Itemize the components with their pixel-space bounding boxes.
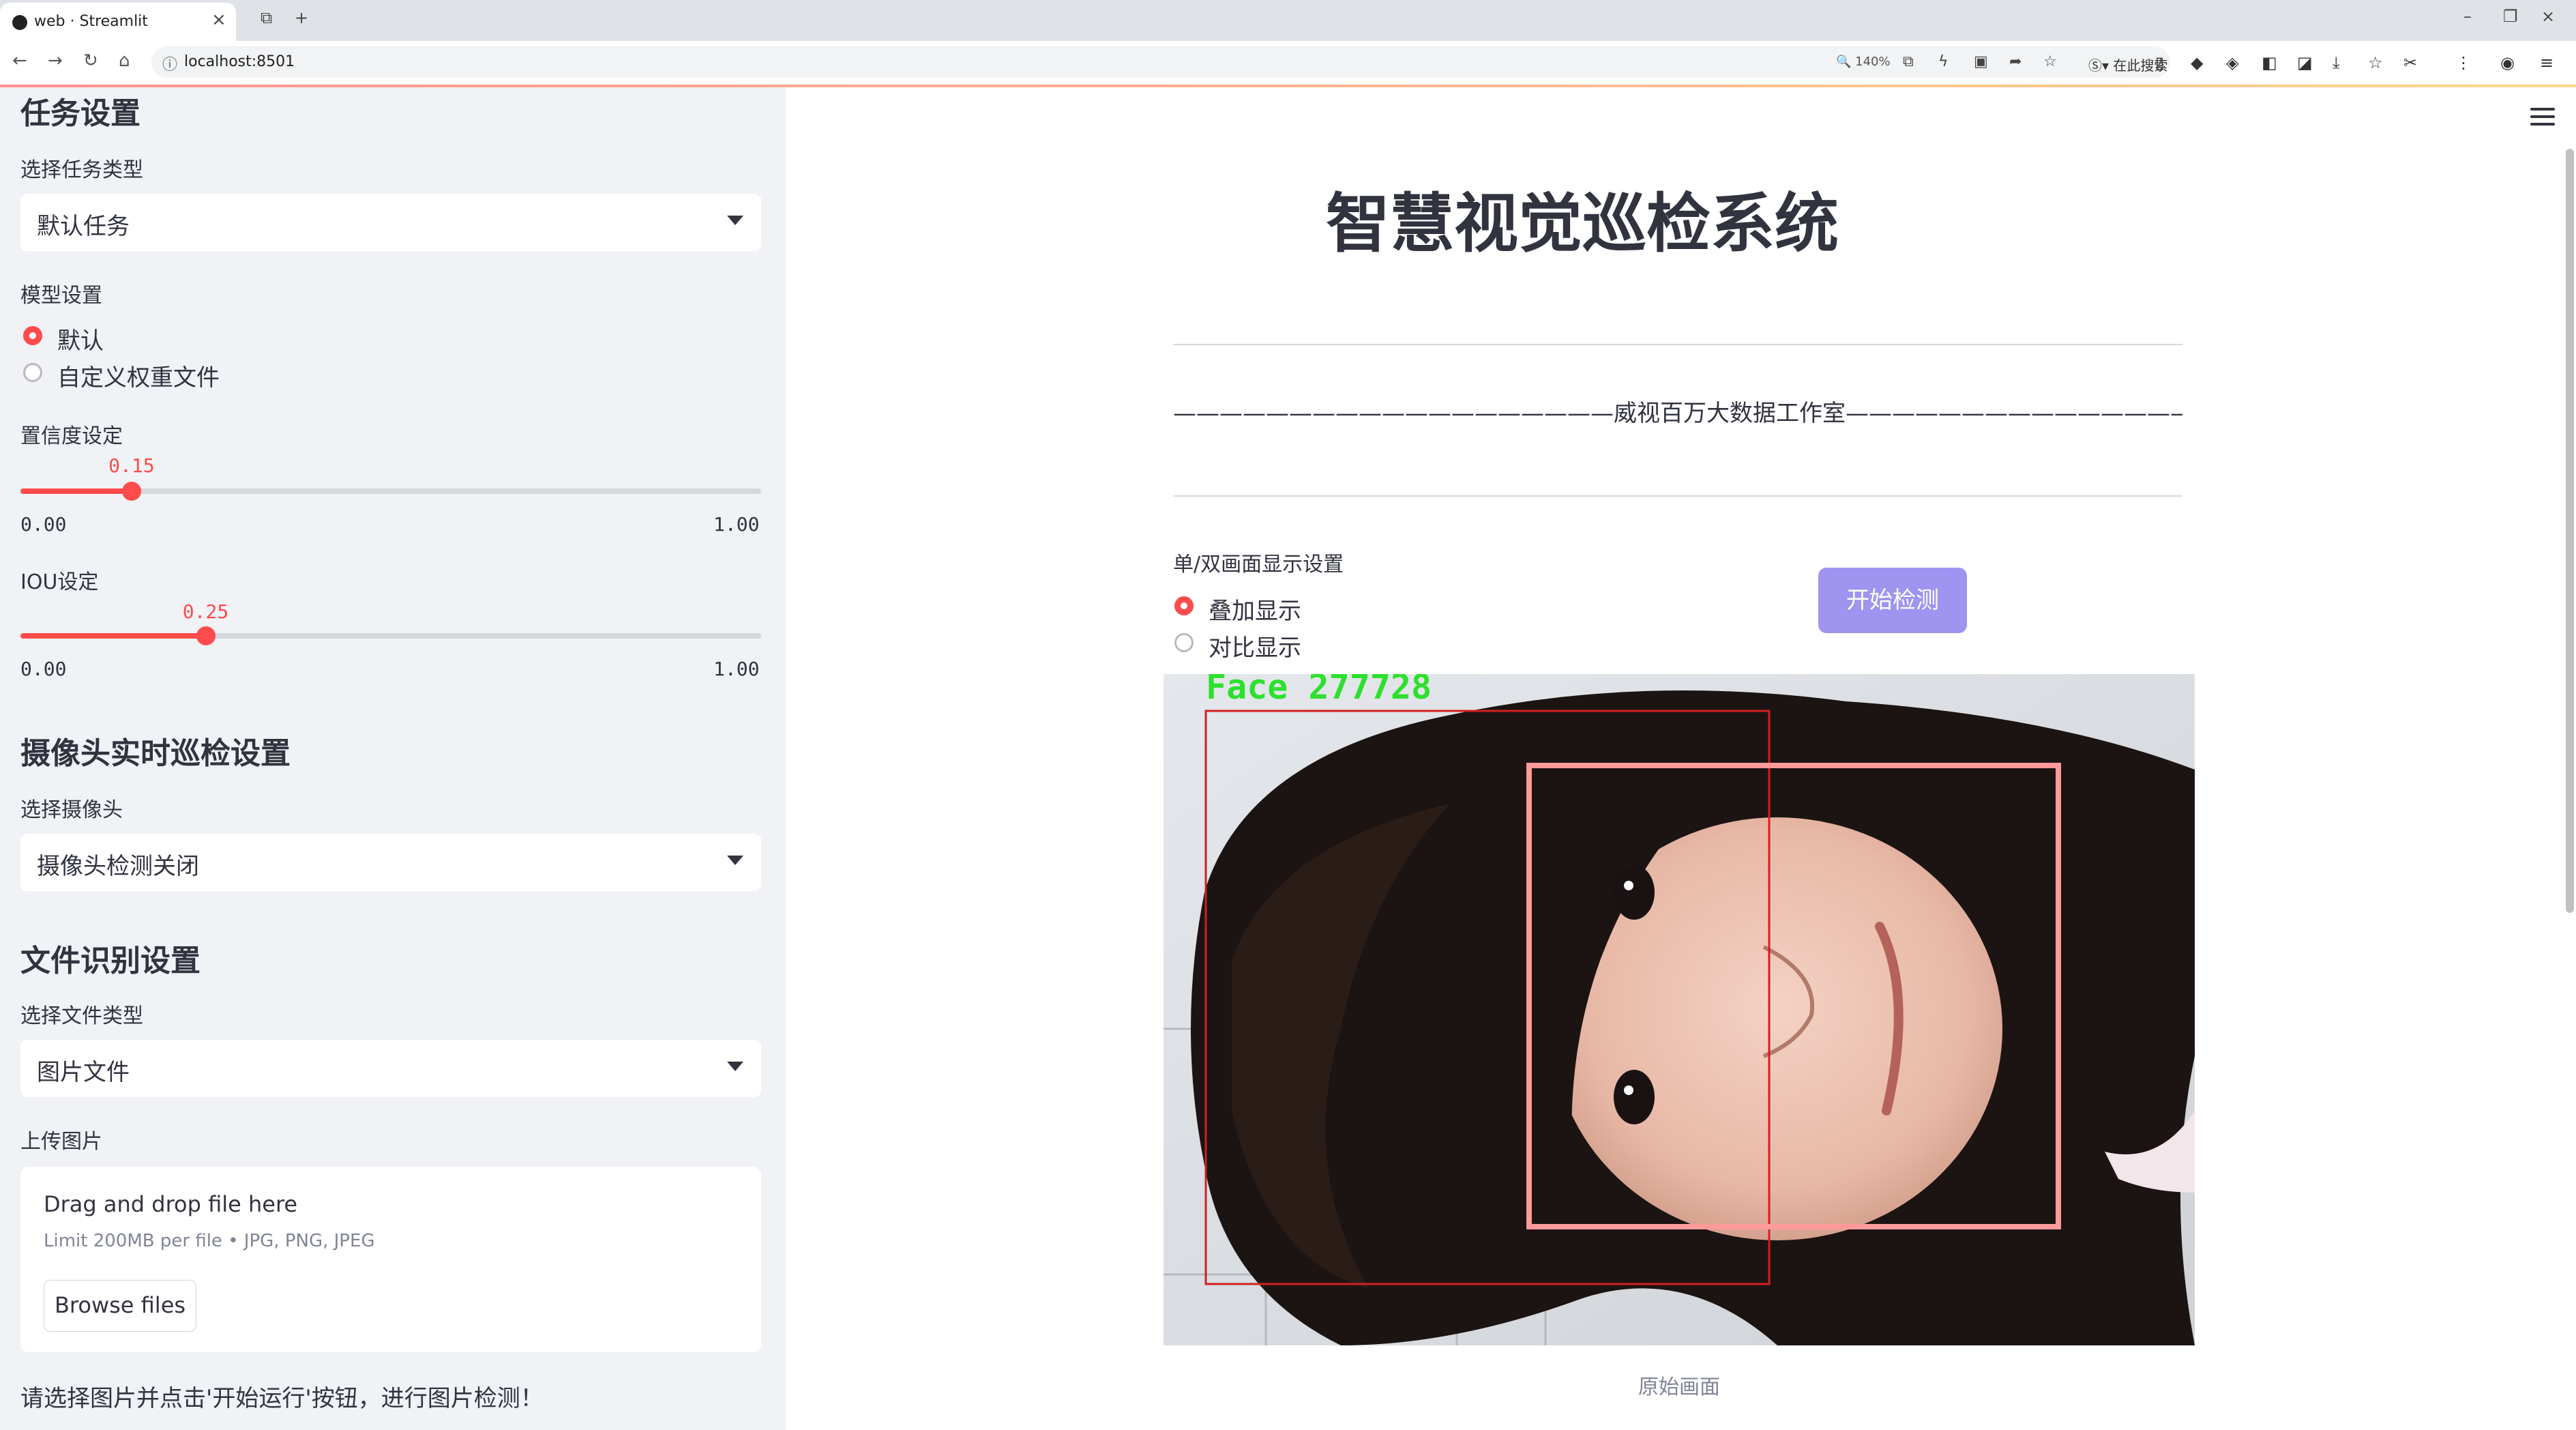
forward-icon[interactable]: → xyxy=(48,50,63,71)
model-option-label: 默认 xyxy=(57,327,104,355)
extension-1-icon[interactable]: ◆ xyxy=(2191,53,2203,72)
zoom-indicator[interactable]: 🔍 140% xyxy=(1836,55,1891,69)
confidence-slider-thumb[interactable] xyxy=(121,482,141,501)
tab-search-icon[interactable]: ⧉ xyxy=(261,8,272,27)
chevron-down-icon xyxy=(727,216,743,225)
iou-label: IOU设定 xyxy=(20,570,99,594)
page-info-icon[interactable]: ⓘ xyxy=(162,53,177,74)
download-icon[interactable]: ⤓ xyxy=(2333,53,2340,72)
extension-2-icon[interactable]: ◈ xyxy=(2226,53,2238,72)
menu-dots-icon[interactable]: ⋮ xyxy=(2455,53,2472,72)
reader-icon[interactable]: ▯ xyxy=(2155,53,2164,72)
camera-value: 摄像头检测关闭 xyxy=(37,853,199,880)
detection-result-image: Face 277728 xyxy=(1164,674,2195,1345)
iou-slider-thumb[interactable] xyxy=(196,626,216,645)
zoom-value: 140% xyxy=(1855,55,1891,69)
radio-unselected xyxy=(23,363,42,382)
upload-limit: Limit 200MB per file • JPG, PNG, JPEG xyxy=(44,1231,375,1251)
task-type-label: 选择任务类型 xyxy=(20,158,143,182)
studio-banner: ———————————————————威视百万大数据工作室———————————… xyxy=(1173,400,2182,427)
camera-select-label: 选择摄像头 xyxy=(20,798,123,822)
task-type-value: 默认任务 xyxy=(37,213,130,240)
window-close-icon[interactable]: × xyxy=(2541,7,2555,26)
file-settings-heading: 文件识别设置 xyxy=(20,944,201,978)
screenshot-icon[interactable]: ▣ xyxy=(1974,53,1988,70)
start-detection-button[interactable]: 开始检测 xyxy=(1818,568,1967,633)
confidence-slider[interactable] xyxy=(20,482,761,501)
browser-menu-icon[interactable]: ≡ xyxy=(2540,53,2553,72)
lightning-icon[interactable]: ϟ xyxy=(1938,53,1949,70)
chevron-down-icon xyxy=(727,1062,743,1071)
share-icon[interactable]: ➦ xyxy=(2009,53,2022,70)
confidence-value: 0.15 xyxy=(108,454,155,477)
extension-4-icon[interactable]: ◪ xyxy=(2297,53,2313,72)
tab-title: web · Streamlit xyxy=(34,13,148,30)
file-type-select[interactable]: 图片文件 xyxy=(20,1040,761,1097)
display-option-label: 叠加显示 xyxy=(1209,598,1301,625)
file-uploader-dropzone[interactable]: Drag and drop file here Limit 200MB per … xyxy=(20,1167,761,1352)
reload-icon[interactable]: ↻ xyxy=(83,50,98,71)
task-settings-heading: 任务设置 xyxy=(20,96,140,131)
model-option-label: 自定义权重文件 xyxy=(57,364,220,392)
home-icon[interactable]: ⌂ xyxy=(119,50,130,71)
browse-files-button[interactable]: Browse files xyxy=(44,1280,196,1332)
browser-tab-bar: web · Streamlit × ⧉ + – ❐ × xyxy=(0,0,2576,41)
display-mode-label: 单/双画面显示设置 xyxy=(1173,553,1344,577)
iou-slider[interactable] xyxy=(20,626,761,645)
page-title: 智慧视觉巡检系统 xyxy=(1325,187,1839,261)
confidence-min: 0.00 xyxy=(20,513,67,536)
detection-label: Face 277728 xyxy=(1206,674,1432,707)
model-settings-label: 模型设置 xyxy=(20,284,102,308)
tab-close-icon[interactable]: × xyxy=(211,10,226,30)
hamburger-menu-icon[interactable] xyxy=(2530,108,2555,130)
file-type-value: 图片文件 xyxy=(37,1059,130,1086)
task-type-select[interactable]: 默认任务 xyxy=(20,194,761,251)
iou-min: 0.00 xyxy=(20,658,67,680)
radio-unselected xyxy=(1174,633,1194,652)
profile-avatar[interactable]: ◉ xyxy=(2500,53,2515,72)
camera-select[interactable]: 摄像头检测关闭 xyxy=(20,834,761,891)
file-type-label: 选择文件类型 xyxy=(20,1004,143,1028)
tools-icon[interactable]: ✂ xyxy=(2403,53,2417,72)
image-caption: 原始画面 xyxy=(1638,1375,1720,1399)
confidence-label: 置信度设定 xyxy=(20,424,123,448)
divider-top xyxy=(1173,344,2182,345)
radio-selected xyxy=(1174,596,1194,615)
confidence-max: 1.00 xyxy=(713,513,760,536)
scrollbar[interactable] xyxy=(2566,149,2574,913)
url-text: localhost:8501 xyxy=(184,53,295,70)
streamlit-favicon-icon xyxy=(12,15,27,30)
upload-label: 上传图片 xyxy=(20,1130,102,1154)
divider-bottom xyxy=(1173,495,2182,497)
iou-value: 0.25 xyxy=(182,600,229,623)
back-icon[interactable]: ← xyxy=(12,50,27,71)
display-option-label: 对比显示 xyxy=(1209,634,1301,662)
chevron-down-icon xyxy=(727,856,743,865)
new-tab-icon[interactable]: + xyxy=(295,8,308,27)
iou-max: 1.00 xyxy=(713,658,760,680)
bookmark-star-icon[interactable]: ☆ xyxy=(2043,53,2057,70)
camera-settings-heading: 摄像头实时巡检设置 xyxy=(20,736,291,771)
iou-slider-fill xyxy=(20,633,206,639)
sidebar-note: 请选择图片并点击'开始运行'按钮，进行图片检测！ xyxy=(20,1385,544,1412)
browser-tab[interactable]: web · Streamlit × xyxy=(0,3,236,41)
upload-title: Drag and drop file here xyxy=(44,1191,298,1217)
favorites-icon[interactable]: ☆ xyxy=(2368,53,2383,72)
minimize-icon[interactable]: – xyxy=(2463,7,2472,26)
radio-selected xyxy=(23,326,42,345)
extension-3-icon[interactable]: ◧ xyxy=(2262,53,2277,72)
translate-icon[interactable]: ⧉ xyxy=(1903,53,1914,70)
restore-icon[interactable]: ❐ xyxy=(2503,7,2518,26)
confidence-slider-fill xyxy=(20,488,132,494)
url-field[interactable]: ⓘ localhost:8501 🔍 140% ⧉ ϟ ▣ ➦ ☆ Ⓢ▾ 在此搜… xyxy=(151,46,2170,78)
address-bar: ← → ↻ ⌂ ⓘ localhost:8501 🔍 140% ⧉ ϟ ▣ ➦ … xyxy=(0,41,2576,85)
